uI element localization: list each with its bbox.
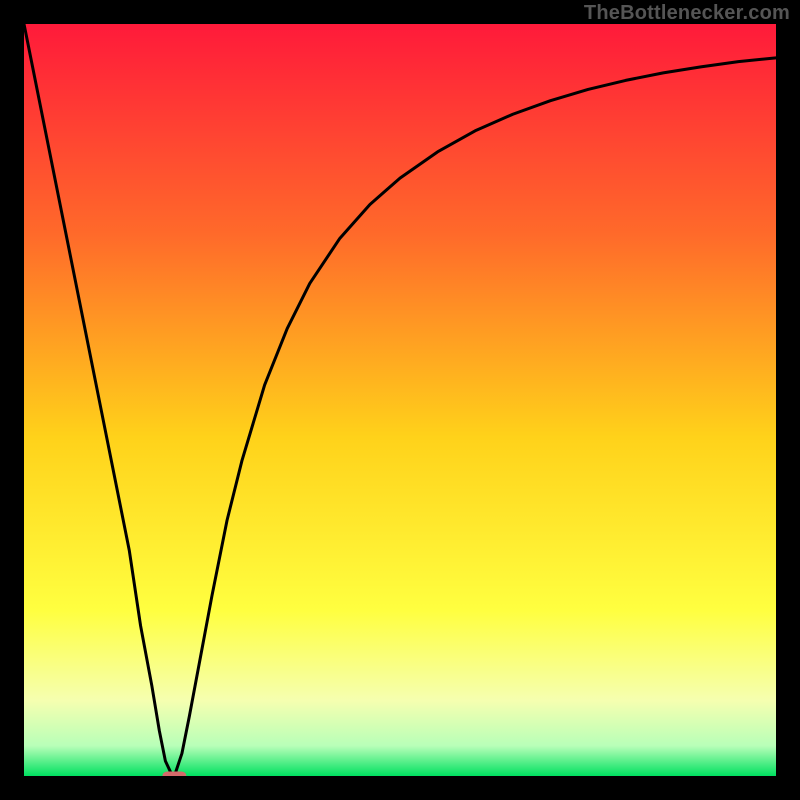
attribution-label: TheBottlenecker.com: [584, 2, 790, 25]
gradient-background: [24, 24, 776, 776]
chart-svg: [24, 24, 776, 776]
chart-frame: TheBottlenecker.com: [0, 0, 800, 800]
minimum-marker: [162, 771, 186, 776]
plot-area: [24, 24, 776, 776]
